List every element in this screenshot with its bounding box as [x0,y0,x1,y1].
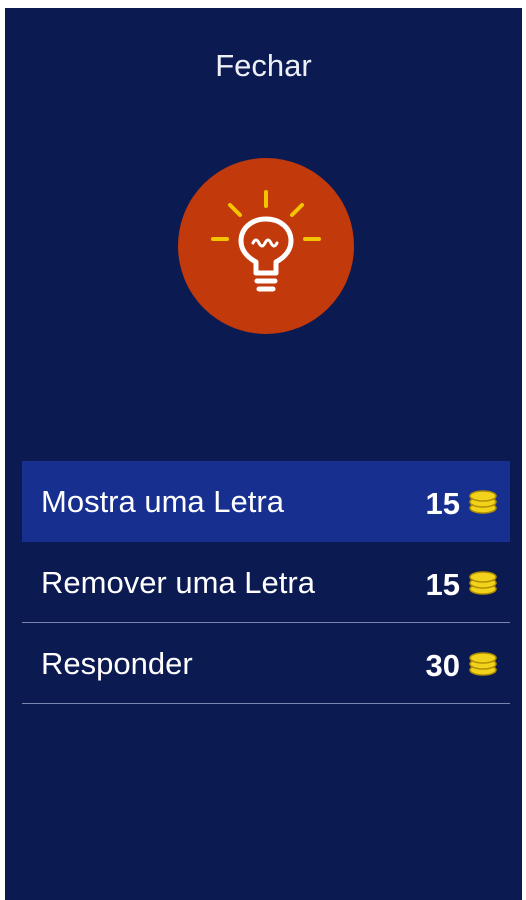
coins-icon [469,571,497,595]
hint-options-list: Mostra uma Letra 15 Remover uma Letra 15… [22,461,510,704]
option-price: 15 [425,567,460,602]
option-label: Mostra uma Letra [41,484,284,519]
option-show-letter[interactable]: Mostra uma Letra 15 [22,461,510,542]
close-button[interactable]: Fechar [5,48,522,84]
option-price: 30 [425,648,460,683]
option-label: Remover uma Letra [41,565,315,600]
option-label: Responder [41,646,193,681]
lightbulb-icon [211,190,321,292]
hint-badge [178,158,354,334]
coins-icon [469,652,497,676]
option-remove-letter[interactable]: Remover uma Letra 15 [22,542,510,623]
option-answer[interactable]: Responder 30 [22,623,510,704]
option-price: 15 [425,486,460,521]
coins-icon [469,490,497,514]
hint-dialog: Fechar Mostra uma Letra 15 Remover uma L… [5,8,522,900]
